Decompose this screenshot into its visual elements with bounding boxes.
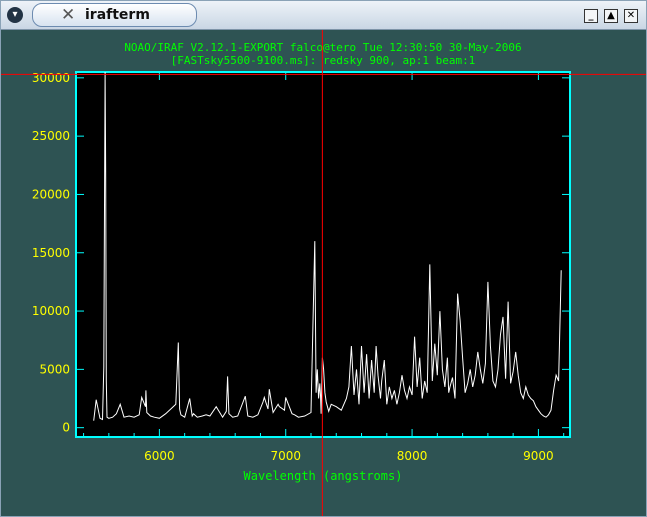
maximize-icon[interactable]: ▲ — [604, 9, 618, 23]
graphics-area[interactable]: NOAO/IRAF V2.12.1-EXPORT falco@tero Tue … — [1, 30, 646, 516]
x-tick-label: 6000 — [144, 449, 175, 463]
y-tick-label: 30000 — [32, 71, 70, 85]
plot-subtitle: [FASTsky5500-9100.ms]: redsky 900, ap:1 … — [171, 54, 476, 67]
irafterm-window: ▾ ✕ irafterm _ ▲ ✕ NOAO/IRAF V2.12.1-EXP… — [0, 0, 647, 517]
close-icon[interactable]: ✕ — [624, 9, 638, 23]
chevron-down-icon[interactable]: ▾ — [7, 7, 23, 23]
x-tick-label: 8000 — [397, 449, 428, 463]
title-bar[interactable]: ▾ ✕ irafterm _ ▲ ✕ — [1, 1, 646, 30]
x-axis-label: Wavelength (angstroms) — [244, 469, 403, 483]
window-title: irafterm — [85, 7, 150, 23]
y-tick-label: 10000 — [32, 304, 70, 318]
y-tick-label: 25000 — [32, 129, 70, 143]
minimize-icon[interactable]: _ — [584, 9, 598, 23]
x-tick-label: 9000 — [523, 449, 554, 463]
x-tick-label: 7000 — [270, 449, 301, 463]
y-tick-label: 5000 — [39, 362, 70, 376]
x-icon: ✕ — [61, 5, 76, 25]
y-tick-label: 15000 — [32, 246, 70, 260]
plot-title: NOAO/IRAF V2.12.1-EXPORT falco@tero Tue … — [124, 41, 521, 54]
title-tab[interactable]: ✕ irafterm — [32, 3, 197, 27]
spectrum-plot[interactable]: NOAO/IRAF V2.12.1-EXPORT falco@tero Tue … — [1, 30, 646, 516]
y-tick-label: 0 — [62, 421, 70, 435]
y-tick-label: 20000 — [32, 187, 70, 201]
